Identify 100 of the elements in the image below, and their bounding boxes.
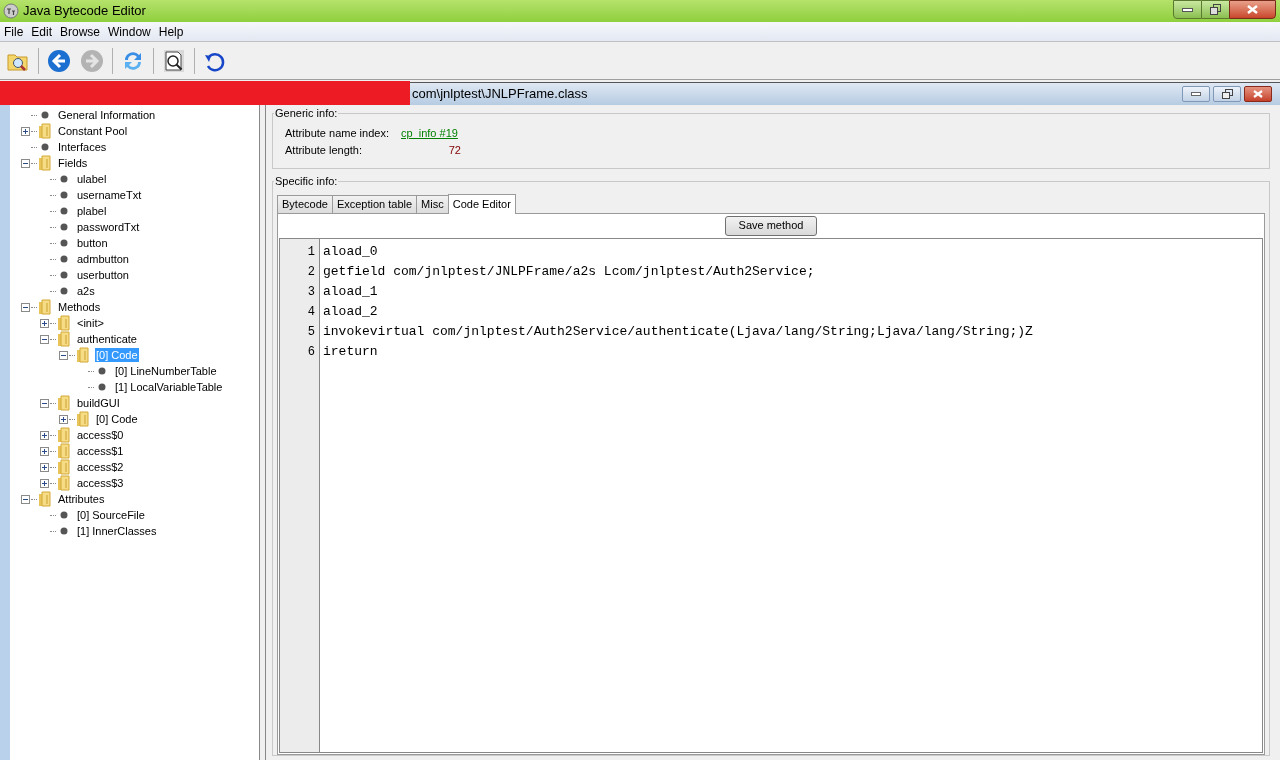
code-line: getfield com/jnlptest/JNLPFrame/a2s Lcom/jnlptest/Auth2Service; xyxy=(323,262,815,281)
expand-toggle-icon[interactable] xyxy=(40,462,49,472)
close-button[interactable] xyxy=(1229,0,1276,19)
tree-item[interactable]: Constant Pool xyxy=(57,124,129,138)
expand-toggle-icon[interactable] xyxy=(40,430,49,440)
tree-item[interactable]: a2s xyxy=(76,284,96,298)
undo-circle-icon xyxy=(205,52,225,71)
tree-item[interactable]: Methods xyxy=(57,300,102,314)
expand-toggle-icon[interactable] xyxy=(40,446,49,456)
tree-item[interactable]: [0] Code xyxy=(95,412,139,426)
folder-icon xyxy=(38,299,52,315)
minimize-icon xyxy=(1191,92,1201,96)
folder-icon xyxy=(57,315,71,331)
tree-item[interactable]: <init> xyxy=(76,316,105,330)
menu-item[interactable]: Browse xyxy=(56,22,105,41)
tree-item[interactable]: access$3 xyxy=(76,476,125,490)
folder-icon xyxy=(57,475,71,491)
line-number: 4 xyxy=(306,303,316,321)
bullet-icon xyxy=(60,239,68,247)
field-label: Attribute name index: xyxy=(285,125,390,141)
tree-item[interactable]: usernameTxt xyxy=(76,188,143,202)
close-icon xyxy=(1247,5,1258,14)
constant-pool-link[interactable]: cp_info #19 xyxy=(401,124,461,141)
save-method-button[interactable]: Save method xyxy=(724,215,818,236)
tree-item[interactable]: access$0 xyxy=(76,428,125,442)
tree-item[interactable]: admbutton xyxy=(76,252,130,266)
tree-item[interactable]: passwordTxt xyxy=(76,220,141,234)
field-label: Attribute length: xyxy=(285,143,364,158)
folder-icon xyxy=(38,155,52,171)
collapse-toggle-icon[interactable] xyxy=(40,398,49,408)
code-line: aload_0 xyxy=(323,242,378,261)
tree-item[interactable]: plabel xyxy=(76,204,108,218)
line-number: 3 xyxy=(306,283,316,301)
window-title: Java Bytecode Editor xyxy=(23,2,146,21)
folder-icon xyxy=(57,331,71,347)
document-magnifier-icon xyxy=(164,49,184,72)
tree-item[interactable]: Interfaces xyxy=(57,140,108,154)
code-line: ireturn xyxy=(323,342,378,361)
tree-item[interactable]: access$2 xyxy=(76,460,125,474)
tree-item[interactable]: [1] LocalVariableTable xyxy=(114,380,224,394)
tab[interactable]: Exception table xyxy=(331,194,418,213)
maximize-button[interactable] xyxy=(1202,0,1229,19)
collapse-toggle-icon[interactable] xyxy=(59,350,68,360)
restore-icon xyxy=(1221,89,1233,99)
restore-button[interactable] xyxy=(1213,86,1241,102)
close-icon xyxy=(1253,90,1263,98)
bullet-icon xyxy=(41,111,49,119)
tree-item[interactable]: authenticate xyxy=(76,332,138,346)
bullet-icon xyxy=(60,175,68,183)
line-number: 2 xyxy=(306,263,316,281)
bullet-icon xyxy=(60,527,68,535)
line-number: 6 xyxy=(306,343,316,361)
line-number: 5 xyxy=(306,323,316,341)
bullet-icon xyxy=(60,511,68,519)
folder-icon xyxy=(38,491,52,507)
refresh-icon xyxy=(125,51,141,70)
group-legend: Generic info: xyxy=(274,105,339,122)
expand-toggle-icon[interactable] xyxy=(21,126,30,136)
collapse-toggle-icon[interactable] xyxy=(21,494,30,504)
bullet-icon xyxy=(60,223,68,231)
tree-item[interactable]: General Information xyxy=(57,108,157,122)
tree-item[interactable]: [0] SourceFile xyxy=(76,508,146,522)
tree-item[interactable]: ulabel xyxy=(76,172,108,186)
line-number: 1 xyxy=(306,243,316,261)
expand-toggle-icon[interactable] xyxy=(40,318,49,328)
collapse-toggle-icon[interactable] xyxy=(21,302,30,312)
tree-item[interactable]: buildGUI xyxy=(76,396,121,410)
tree-item[interactable]: [1] InnerClasses xyxy=(76,524,158,538)
bullet-icon xyxy=(60,207,68,215)
tab[interactable]: Code Editor xyxy=(447,193,516,214)
tree-item[interactable]: [0] LineNumberTable xyxy=(114,364,218,378)
expand-toggle-icon[interactable] xyxy=(59,414,68,424)
code-line: aload_1 xyxy=(323,282,378,301)
collapse-toggle-icon[interactable] xyxy=(40,334,49,344)
menu-item[interactable]: Help xyxy=(154,22,188,41)
field-value: 72 xyxy=(447,143,461,158)
folder-icon xyxy=(57,427,71,443)
folder-icon xyxy=(38,123,52,139)
tree-item[interactable]: Attributes xyxy=(57,492,106,506)
tab[interactable]: Misc xyxy=(416,194,449,213)
bullet-icon xyxy=(60,191,68,199)
bullet-icon xyxy=(60,287,68,295)
folder-icon xyxy=(57,443,71,459)
tree-item[interactable]: access$1 xyxy=(76,444,125,458)
code-editor[interactable]: 1 2 3 4 5 6 aload_0 getfield com/jnlptest/JNLPFrame/a2s Lcom/jnlptest/Auth2Service; aload_1 aload_2 invokevirtual com/jnlptest/Auth2Service/authenticate(Ljava/lang/String;Ljava/lang/String;)Z ireturn xyxy=(279,237,1263,753)
expand-toggle-icon[interactable] xyxy=(40,478,49,488)
tab[interactable]: Bytecode xyxy=(277,194,333,213)
menu-item[interactable]: Edit xyxy=(27,22,57,41)
tree-item[interactable]: userbutton xyxy=(76,268,130,282)
menu-item[interactable]: Window xyxy=(104,22,155,41)
collapse-toggle-icon[interactable] xyxy=(21,158,30,168)
bullet-icon xyxy=(60,271,68,279)
code-line: invokevirtual com/jnlptest/Auth2Service/authenticate(Ljava/lang/String;Ljava/lang/String;)Z xyxy=(323,322,1033,341)
tree-item[interactable]: Fields xyxy=(57,156,89,170)
close-button[interactable] xyxy=(1244,86,1272,102)
minimize-button[interactable] xyxy=(1173,0,1202,19)
tree-item[interactable]: button xyxy=(76,236,109,250)
minimize-button[interactable] xyxy=(1182,86,1210,102)
code-line: aload_2 xyxy=(323,302,378,321)
menu-item[interactable]: File xyxy=(0,22,28,41)
